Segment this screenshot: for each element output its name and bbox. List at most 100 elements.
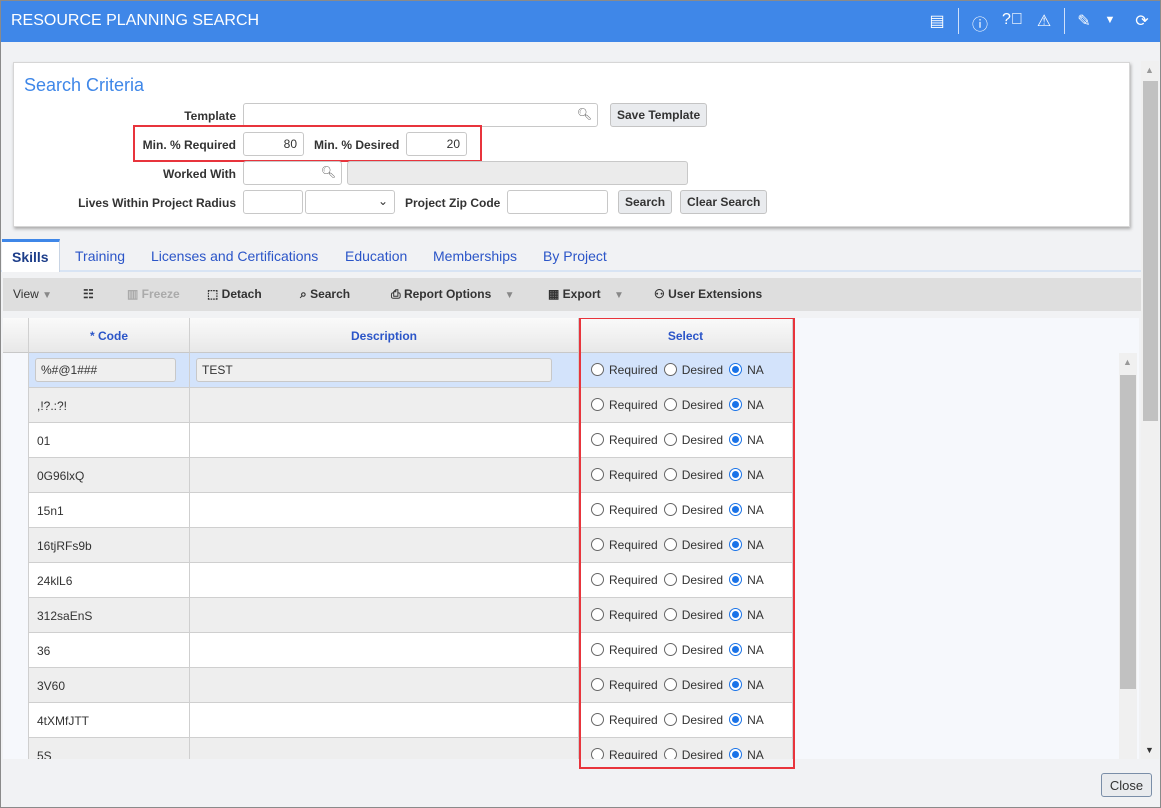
- scroll-up-icon[interactable]: ▲: [1145, 65, 1154, 75]
- row-selector[interactable]: [3, 668, 29, 703]
- code-cell[interactable]: %#@1###: [29, 353, 190, 388]
- tab-training[interactable]: Training: [65, 239, 135, 272]
- column-header-description[interactable]: Description: [190, 318, 579, 353]
- search-criteria-panel: Search Criteria Template 🔍︎ Save Templat…: [13, 62, 1130, 227]
- row-selector[interactable]: [3, 353, 29, 388]
- row-selector[interactable]: [3, 563, 29, 598]
- grid-scrollbar[interactable]: ▲: [1119, 353, 1137, 759]
- code-cell[interactable]: 01: [29, 423, 190, 458]
- worked-with-input[interactable]: 🔍︎: [243, 161, 342, 185]
- column-header-code[interactable]: * Code: [29, 318, 190, 353]
- tab-skills[interactable]: Skills: [2, 239, 60, 272]
- grid-toolbar: View ▼ ☷ ▥ Freeze ⬚ Detach ⌕ Search ⎙ Re…: [3, 278, 1141, 311]
- radius-label: Lives Within Project Radius: [78, 196, 236, 210]
- row-selector[interactable]: [3, 388, 29, 423]
- row-selector[interactable]: [3, 458, 29, 493]
- description-cell[interactable]: [190, 633, 579, 668]
- report-options-button[interactable]: ⎙ Report Options ▼: [391, 287, 515, 302]
- description-cell[interactable]: [190, 458, 579, 493]
- scroll-down-icon[interactable]: ▼: [1145, 745, 1154, 755]
- code-input[interactable]: %#@1###: [35, 358, 176, 382]
- tab-education[interactable]: Education: [335, 239, 417, 272]
- freeze-label: Freeze: [141, 287, 180, 301]
- row-selector[interactable]: [3, 493, 29, 528]
- view-menu[interactable]: View ▼: [13, 287, 52, 301]
- code-cell[interactable]: 5S: [29, 738, 190, 759]
- radius-unit-select[interactable]: ⌄: [305, 190, 395, 214]
- row-selector[interactable]: [3, 703, 29, 738]
- code-cell[interactable]: 16tjRFs9b: [29, 528, 190, 563]
- description-cell[interactable]: [190, 528, 579, 563]
- search-button-toolbar[interactable]: ⌕ Search: [300, 287, 350, 302]
- code-cell[interactable]: 24klL6: [29, 563, 190, 598]
- description-cell[interactable]: [190, 598, 579, 633]
- freeze-button[interactable]: ▥ Freeze: [127, 287, 180, 301]
- user-extensions-label: User Extensions: [668, 287, 763, 301]
- description-cell[interactable]: [190, 668, 579, 703]
- code-cell[interactable]: 312saEnS: [29, 598, 190, 633]
- code-cell[interactable]: 15n1: [29, 493, 190, 528]
- worked-with-label: Worked With: [162, 167, 236, 181]
- export-button[interactable]: ▦ Export ▼: [548, 287, 624, 301]
- info-icon[interactable]: ⓘ: [970, 11, 990, 35]
- page-scrollbar-thumb[interactable]: [1143, 81, 1158, 421]
- detach-label: Detach: [221, 287, 262, 301]
- tab-memberships[interactable]: Memberships: [423, 239, 527, 272]
- row-selector[interactable]: [3, 423, 29, 458]
- filter-icon[interactable]: ☷: [83, 287, 94, 301]
- code-cell[interactable]: 3V60: [29, 668, 190, 703]
- code-value: 01: [37, 434, 51, 448]
- code-cell[interactable]: 0G96lxQ: [29, 458, 190, 493]
- divider: [1064, 8, 1065, 34]
- edit-note-icon[interactable]: ✎: [1074, 11, 1094, 31]
- tab-by-project[interactable]: By Project: [533, 239, 617, 272]
- row-selector[interactable]: [3, 598, 29, 633]
- description-cell[interactable]: [190, 388, 579, 423]
- tab-licenses[interactable]: Licenses and Certifications: [141, 239, 328, 272]
- code-cell[interactable]: 36: [29, 633, 190, 668]
- search-icon[interactable]: 🔍︎: [321, 165, 336, 179]
- description-cell[interactable]: [190, 563, 579, 598]
- code-cell[interactable]: 4tXMfJTT: [29, 703, 190, 738]
- code-value: 312saEnS: [37, 609, 93, 623]
- chevron-down-icon: ⌄: [377, 194, 388, 208]
- page-scrollbar[interactable]: ▲ ▼: [1141, 61, 1159, 759]
- skills-grid: * Code Description Select %#@1### TEST R…: [3, 318, 1139, 759]
- save-template-button[interactable]: Save Template: [610, 103, 708, 127]
- zip-input[interactable]: [507, 190, 608, 214]
- description-cell[interactable]: TEST: [190, 353, 579, 388]
- dropdown-icon[interactable]: ▼: [1100, 14, 1120, 26]
- help-icon[interactable]: ?⃝: [1002, 11, 1023, 29]
- divider: [958, 8, 959, 34]
- code-value: 4tXMfJTT: [37, 714, 90, 728]
- close-button[interactable]: Close: [1101, 773, 1152, 797]
- code-value: 15n1: [37, 504, 64, 518]
- row-header-corner: [3, 318, 29, 353]
- template-input[interactable]: 🔍︎: [243, 103, 598, 127]
- refresh-icon[interactable]: ⟳: [1132, 11, 1152, 31]
- row-selector[interactable]: [3, 738, 29, 759]
- grid-scrollbar-thumb[interactable]: [1120, 375, 1136, 689]
- user-extensions-button[interactable]: ⚇ User Extensions: [654, 287, 762, 301]
- description-input[interactable]: TEST: [196, 358, 552, 382]
- highlight-box-bottom: [579, 758, 795, 769]
- search-criteria-heading: Search Criteria: [24, 75, 145, 95]
- row-selector[interactable]: [3, 633, 29, 668]
- search-label: Search: [310, 287, 351, 301]
- description-cell[interactable]: [190, 423, 579, 458]
- description-cell[interactable]: [190, 493, 579, 528]
- clear-search-button[interactable]: Clear Search: [680, 190, 768, 214]
- detach-button[interactable]: ⬚ Detach: [207, 287, 262, 301]
- code-cell[interactable]: ,!?.:?!: [29, 388, 190, 423]
- radius-input[interactable]: [243, 190, 303, 214]
- search-icon[interactable]: 🔍︎: [577, 107, 592, 121]
- description-cell[interactable]: [190, 738, 579, 759]
- scroll-up-icon[interactable]: ▲: [1123, 357, 1132, 367]
- print-screen-icon[interactable]: ▤: [927, 11, 947, 31]
- row-selector[interactable]: [3, 528, 29, 563]
- title-bar: RESOURCE PLANNING SEARCH ▤ ⓘ ?⃝ ⚠ ✎ ▼ ⟳: [1, 1, 1160, 42]
- warning-icon[interactable]: ⚠: [1034, 11, 1054, 31]
- search-button[interactable]: Search: [618, 190, 673, 214]
- description-cell[interactable]: [190, 703, 579, 738]
- worked-with-description: [347, 161, 688, 185]
